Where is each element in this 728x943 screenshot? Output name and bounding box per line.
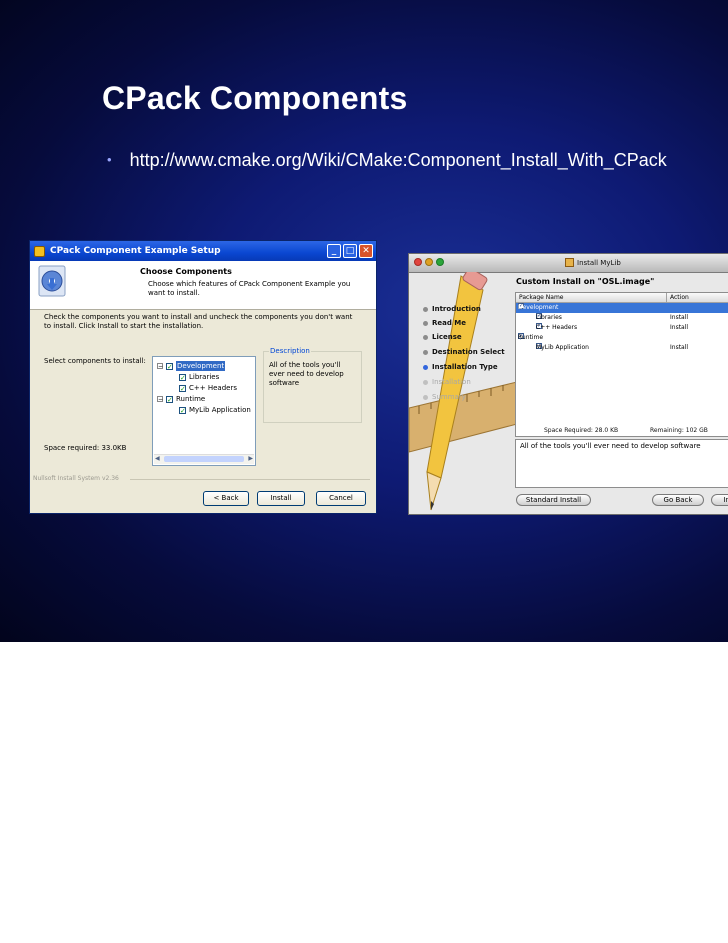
step-bullet-icon	[423, 320, 428, 326]
step-introduction: Introduction	[423, 305, 481, 313]
scrollbar-thumb[interactable]	[164, 456, 244, 462]
slide: CPack Components • http://www.cmake.org/W…	[0, 0, 728, 642]
column-package-name[interactable]: Package Name	[519, 294, 563, 301]
column-action[interactable]: Action	[670, 294, 689, 301]
mac-close-button[interactable]	[414, 258, 422, 266]
step-read-me: Read Me	[423, 319, 466, 327]
step-active-icon	[423, 364, 428, 370]
tree-label: Runtime	[176, 395, 206, 403]
windows-titlebar: CPack Component Example Setup _ □ ✕	[30, 241, 376, 261]
select-components-label: Select components to install:	[44, 357, 146, 365]
nsis-branding: Nullsoft Install System v2.36	[33, 475, 119, 482]
table-row[interactable]: ▼✓Runtime 20	[516, 333, 728, 343]
step-bullet-icon	[423, 349, 428, 355]
checkbox-libraries[interactable]: ✓	[179, 373, 186, 381]
scroll-left-icon[interactable]: ◀	[155, 455, 160, 462]
table-header: Package Name Action	[516, 293, 728, 303]
windows-window-title: CPack Component Example Setup	[50, 246, 221, 256]
close-button[interactable]: ✕	[359, 244, 373, 258]
collapse-icon[interactable]: −	[157, 363, 163, 370]
windows-installer-window: CPack Component Example Setup _ □ ✕ Choo…	[29, 240, 377, 514]
description-legend: Description	[269, 347, 311, 355]
cancel-button[interactable]: Cancel	[316, 491, 366, 506]
tree-item-libraries[interactable]: ✓ Libraries	[179, 372, 219, 382]
footer-divider	[130, 479, 370, 480]
mac-titlebar: Install MyLib	[409, 254, 728, 273]
windows-header: Choose Components Choose which features …	[30, 261, 376, 310]
description-group: Description All of the tools you'll ever…	[263, 347, 362, 423]
step-bullet-icon	[423, 334, 428, 340]
mac-description: All of the tools you'll ever need to dev…	[515, 439, 728, 488]
install-button[interactable]: Install	[257, 491, 305, 506]
mac-heading: Custom Install on "OSL.image"	[516, 277, 655, 286]
step-bullet-icon	[423, 394, 428, 400]
windows-header-subtitle: Choose which features of CPack Component…	[148, 280, 351, 297]
minimize-button[interactable]: _	[327, 244, 341, 258]
tree-label: MyLib Application	[189, 406, 251, 414]
step-license: License	[423, 333, 462, 341]
step-bullet-icon	[423, 306, 428, 312]
slide-title: CPack Components	[102, 80, 408, 116]
checkbox-mylib-application[interactable]: ✓	[179, 406, 186, 414]
windows-header-title: Choose Components	[140, 267, 232, 276]
bullet-link[interactable]: http://www.cmake.org/Wiki/CMake:Componen…	[130, 150, 667, 170]
windows-instructions: Check the components you want to install…	[44, 313, 353, 330]
step-installation: Installation	[423, 378, 471, 386]
space-required: Space required: 33.0KB	[44, 444, 127, 452]
checkbox-cpp-headers[interactable]: ✓	[179, 384, 186, 392]
description-text: All of the tools you'll ever need to dev…	[269, 361, 344, 387]
table-row[interactable]: ▼✓Development	[516, 303, 728, 313]
package-icon	[565, 258, 574, 267]
mac-minimize-button[interactable]	[425, 258, 433, 266]
mac-zoom-button[interactable]	[436, 258, 444, 266]
scroll-right-icon[interactable]: ▶	[248, 455, 253, 462]
step-bullet-icon	[423, 379, 428, 385]
step-summary: Summary	[423, 393, 466, 401]
tree-item-cpp-headers[interactable]: ✓ C++ Headers	[179, 383, 237, 393]
tree-horizontal-scrollbar[interactable]: ◀ ▶	[154, 454, 254, 464]
package-table[interactable]: Package Name Action ▼✓Development ✓Libra…	[515, 292, 728, 437]
mac-install-button[interactable]: Install	[711, 494, 728, 506]
table-row[interactable]: ✓MyLib Application Install 20	[516, 343, 728, 353]
mac-space-required: Space Required: 28.0 KB	[544, 427, 619, 434]
mac-installer-window: Install MyLib Custom Install on "OSL.ima…	[408, 253, 728, 515]
step-destination-select: Destination Select	[423, 348, 505, 356]
table-row[interactable]: ✓C++ Headers Install 4	[516, 323, 728, 333]
mac-remaining-space: Remaining: 102 GB	[650, 427, 708, 434]
standard-install-button[interactable]: Standard Install	[516, 494, 591, 506]
tree-label: Development	[176, 361, 226, 371]
maximize-button[interactable]: □	[343, 244, 357, 258]
tree-item-mylib-application[interactable]: ✓ MyLib Application	[179, 405, 251, 415]
tree-label: Libraries	[189, 373, 220, 381]
installer-app-icon	[34, 245, 45, 257]
back-button[interactable]: < Back	[203, 491, 249, 506]
checkbox-development[interactable]: ✓	[166, 362, 173, 370]
go-back-button[interactable]: Go Back	[652, 494, 704, 506]
tree-item-runtime[interactable]: − ✓ Runtime	[157, 394, 205, 404]
tree-item-development[interactable]: − ✓ Development	[157, 361, 226, 371]
mac-window-title: Install MyLib	[577, 258, 621, 267]
step-installation-type: Installation Type	[423, 363, 498, 371]
table-row[interactable]: ✓Libraries Install 4	[516, 313, 728, 323]
installer-cd-icon	[38, 265, 66, 297]
bullet-item: • http://www.cmake.org/Wiki/CMake:Compone…	[107, 150, 667, 171]
collapse-icon[interactable]: −	[157, 396, 163, 403]
bullet-icon: •	[107, 152, 112, 167]
tree-label: C++ Headers	[189, 384, 237, 392]
component-tree[interactable]: − ✓ Development ✓ Libraries ✓ C++ Header…	[152, 356, 256, 466]
checkbox-runtime[interactable]: ✓	[166, 395, 173, 403]
